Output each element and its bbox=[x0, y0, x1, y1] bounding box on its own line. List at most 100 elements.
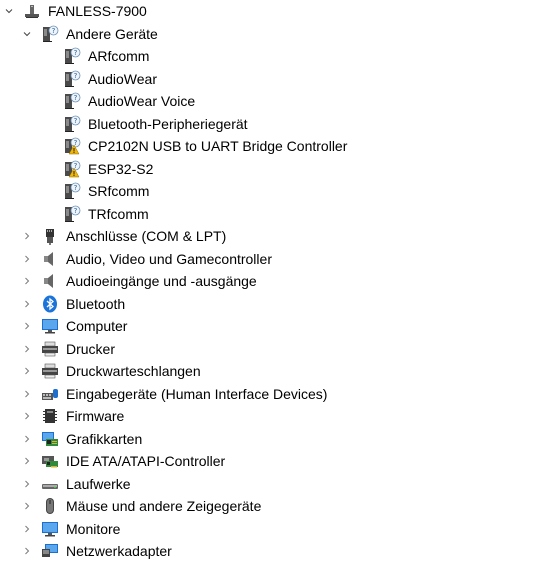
svg-text:?: ? bbox=[74, 207, 78, 215]
tree-category-ide-ata-atapi-controller[interactable]: IDE ATA/ATAPI-Controller bbox=[0, 450, 535, 472]
svg-text:?: ? bbox=[52, 27, 56, 35]
tree-item-label: Audioeingänge und -ausgänge bbox=[66, 273, 257, 289]
tree-item-label: SRfcomm bbox=[88, 183, 150, 199]
chevron-right-icon[interactable] bbox=[20, 270, 34, 292]
warning-device-icon: ? bbox=[63, 160, 81, 178]
tree-item-label: FANLESS-7900 bbox=[48, 3, 147, 19]
tree-device-esp32-s2[interactable]: ? ESP32-S2 bbox=[0, 158, 535, 180]
svg-text:?: ? bbox=[74, 117, 78, 125]
tree-item-label: Druckwarteschlangen bbox=[66, 363, 201, 379]
monitor-icon bbox=[41, 317, 59, 335]
device-tree: FANLESS-7900? Andere Geräte? ARfcomm? Audio… bbox=[0, 0, 535, 559]
chevron-right-icon[interactable] bbox=[20, 225, 34, 247]
tree-device-cp2102n-usb-to-uart-bridge-controller[interactable]: ? CP2102N USB to UART Bridge Controller bbox=[0, 135, 535, 157]
tree-item-label: Audio, Video und Gamecontroller bbox=[66, 250, 272, 267]
chevron-right-icon[interactable] bbox=[20, 540, 34, 562]
tree-item-label: AudioWear bbox=[88, 70, 158, 87]
tree-device-srfcomm[interactable]: ? SRfcomm bbox=[0, 180, 535, 202]
tree-item-label: Grafikkarten bbox=[66, 430, 143, 447]
tree-item-label: Firmware bbox=[66, 408, 125, 424]
chevron-down-icon[interactable] bbox=[20, 23, 34, 45]
chevron-right-icon[interactable] bbox=[20, 473, 34, 495]
printer-icon bbox=[41, 362, 59, 380]
tree-category-bluetooth[interactable]: Bluetooth bbox=[0, 293, 535, 315]
port-icon bbox=[41, 227, 59, 245]
printer-icon bbox=[41, 340, 59, 358]
tree-category-druckwarteschlangen[interactable]: Druckwarteschlangen bbox=[0, 360, 535, 382]
tree-item-label: Eingabegeräte (Human Interface Devices) bbox=[66, 385, 328, 402]
tree-category-grafikkarten[interactable]: Grafikkarten bbox=[0, 428, 535, 450]
tree-category-andere-geräte[interactable]: ? Andere Geräte bbox=[0, 23, 535, 45]
unknown-device-icon: ? bbox=[63, 47, 81, 65]
controller-card-icon bbox=[41, 452, 59, 470]
tree-category-firmware[interactable]: Firmware bbox=[0, 405, 535, 427]
tree-device-audiowear-voice[interactable]: ? AudioWear Voice bbox=[0, 90, 535, 112]
chevron-right-icon[interactable] bbox=[20, 315, 34, 337]
tree-item-label: Computer bbox=[66, 318, 128, 334]
speaker-icon bbox=[41, 250, 59, 268]
unknown-device-icon: ? bbox=[63, 115, 81, 133]
tree-category-audio-video-und-gamecontroller[interactable]: Audio, Video und Gamecontroller bbox=[0, 248, 535, 270]
tree-item-label: AudioWear Voice bbox=[88, 93, 196, 109]
chevron-right-icon[interactable] bbox=[20, 248, 34, 270]
svg-text:?: ? bbox=[74, 94, 78, 102]
tree-item-label: ESP32-S2 bbox=[88, 160, 154, 177]
chip-icon bbox=[41, 407, 59, 425]
tree-item-label: CP2102N USB to UART Bridge Controller bbox=[88, 138, 348, 154]
tree-item-label: IDE ATA/ATAPI-Controller bbox=[66, 453, 226, 469]
tree-device-trfcomm[interactable]: ? TRfcomm bbox=[0, 203, 535, 225]
tree-item-label: Drucker bbox=[66, 340, 116, 357]
tree-item-label: TRfcomm bbox=[88, 205, 149, 222]
chevron-right-icon[interactable] bbox=[20, 518, 34, 540]
svg-text:?: ? bbox=[74, 184, 78, 192]
tree-item-label: Bluetooth bbox=[66, 295, 126, 312]
tree-category-drucker[interactable]: Drucker bbox=[0, 338, 535, 360]
chevron-right-icon[interactable] bbox=[20, 338, 34, 360]
tree-category-netzwerkadapter[interactable]: Netzwerkadapter bbox=[0, 540, 535, 562]
tree-item-label: Anschlüsse (COM & LPT) bbox=[66, 228, 227, 244]
chevron-right-icon[interactable] bbox=[20, 495, 34, 517]
unknown-device-icon: ? bbox=[63, 92, 81, 110]
tree-category-audioeingänge-und-ausgänge[interactable]: Audioeingänge und -ausgänge bbox=[0, 270, 535, 292]
disk-drive-icon bbox=[41, 475, 59, 493]
hid-icon bbox=[41, 385, 59, 403]
tree-device-arfcomm[interactable]: ? ARfcomm bbox=[0, 45, 535, 67]
tree-category-computer[interactable]: Computer bbox=[0, 315, 535, 337]
tree-category-mäuse-und-andere-zeigegeräte[interactable]: Mäuse und andere Zeigegeräte bbox=[0, 495, 535, 517]
display-adapter-icon bbox=[41, 430, 59, 448]
chevron-right-icon[interactable] bbox=[20, 383, 34, 405]
tree-category-monitore[interactable]: Monitore bbox=[0, 518, 535, 540]
tree-item-label: Mäuse und andere Zeigegeräte bbox=[66, 498, 262, 514]
mouse-icon bbox=[41, 497, 59, 515]
tree-root-fanless-7900[interactable]: FANLESS-7900 bbox=[0, 0, 535, 22]
chevron-right-icon[interactable] bbox=[20, 405, 34, 427]
unknown-device-icon: ? bbox=[63, 182, 81, 200]
tree-item-label: Laufwerke bbox=[66, 475, 131, 492]
tree-item-label: Andere Geräte bbox=[66, 25, 158, 42]
chevron-right-icon[interactable] bbox=[20, 360, 34, 382]
speaker-icon bbox=[41, 272, 59, 290]
chevron-right-icon[interactable] bbox=[20, 293, 34, 315]
tree-category-anschlüsse-com-lpt[interactable]: Anschlüsse (COM & LPT) bbox=[0, 225, 535, 247]
chevron-down-icon[interactable] bbox=[2, 0, 16, 22]
chevron-right-icon[interactable] bbox=[20, 450, 34, 472]
tree-item-label: ARfcomm bbox=[88, 48, 150, 64]
tree-item-label: Monitore bbox=[66, 520, 121, 537]
unknown-device-icon: ? bbox=[63, 70, 81, 88]
tree-category-laufwerke[interactable]: Laufwerke bbox=[0, 473, 535, 495]
chevron-right-icon[interactable] bbox=[20, 428, 34, 450]
tree-item-label: Netzwerkadapter bbox=[66, 543, 172, 559]
tree-category-eingabegeräte-human-interface-devices[interactable]: Eingabegeräte (Human Interface Devices) bbox=[0, 383, 535, 405]
tree-device-bluetooth-peripheriegerät[interactable]: ? Bluetooth-Peripheriegerät bbox=[0, 113, 535, 135]
tree-device-audiowear[interactable]: ? AudioWear bbox=[0, 68, 535, 90]
computer-tower-icon bbox=[23, 2, 41, 20]
bluetooth-icon bbox=[41, 295, 59, 313]
tree-item-label: Bluetooth-Peripheriegerät bbox=[88, 115, 248, 132]
